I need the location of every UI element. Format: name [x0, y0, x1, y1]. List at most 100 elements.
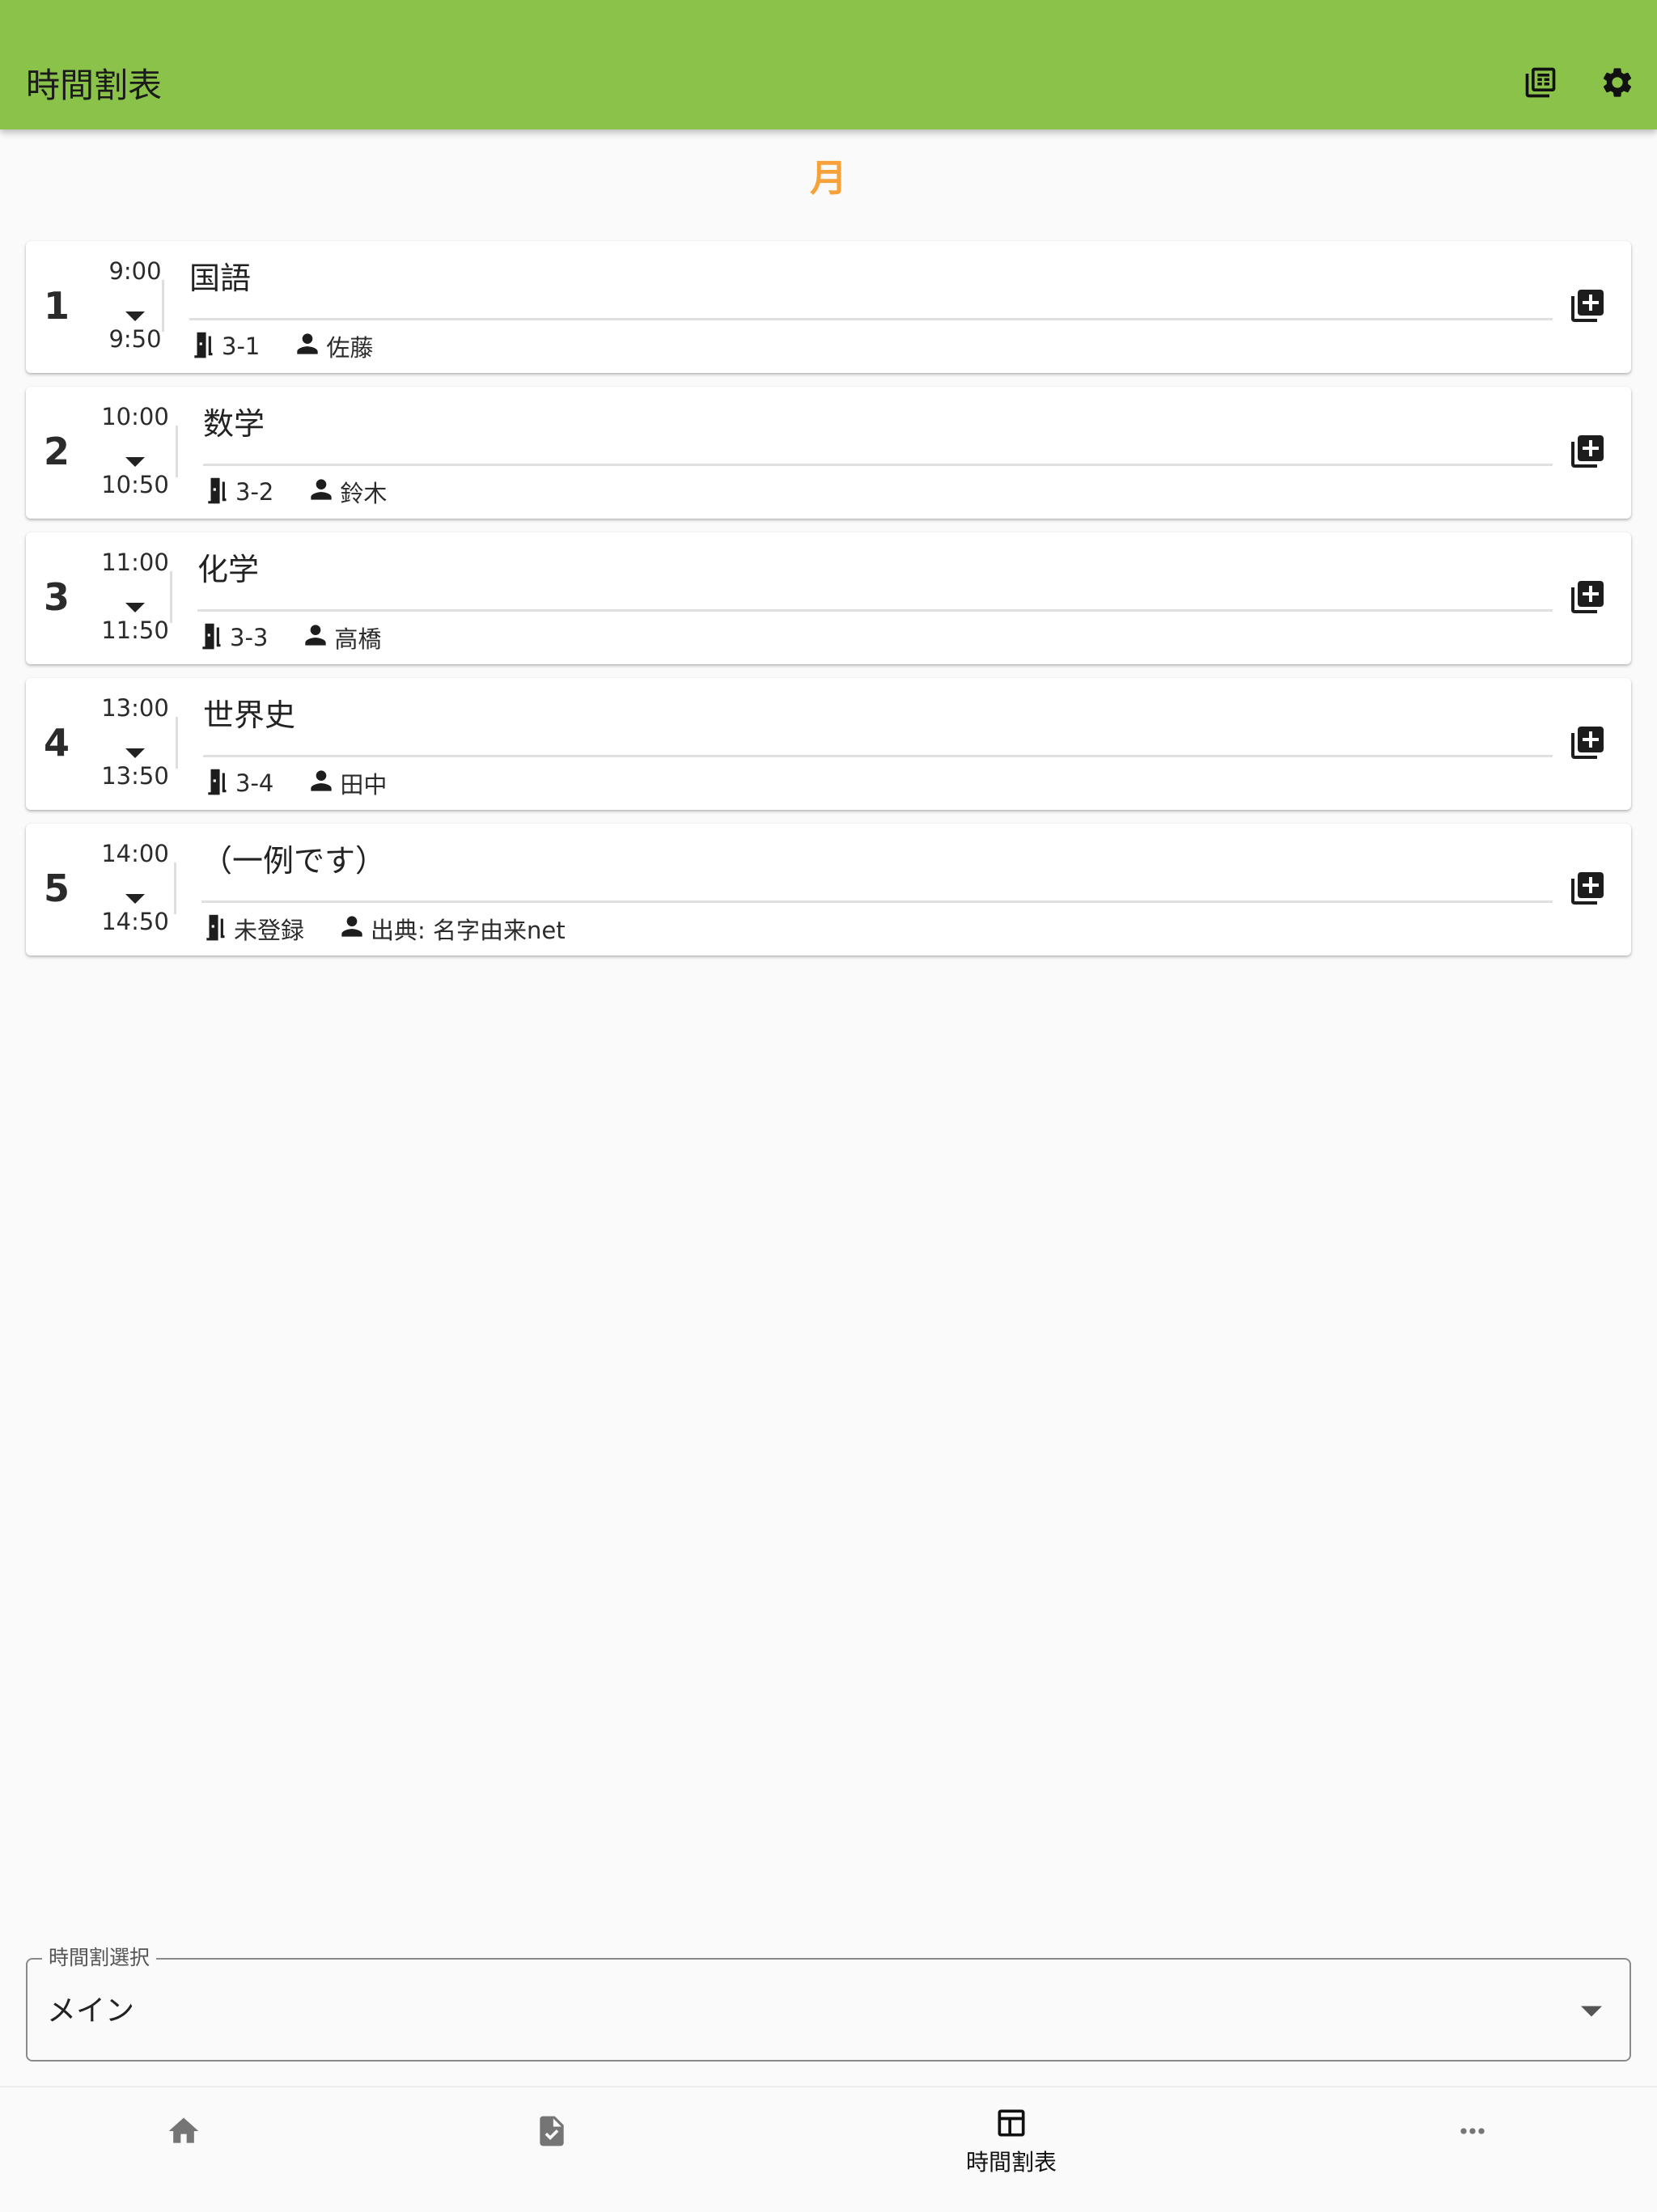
room-label: 未登録: [234, 917, 305, 944]
timetable-select-label: 時間割選択: [42, 1942, 157, 1974]
room-label: 3-4: [235, 769, 274, 797]
timetable-icon: [994, 2105, 1029, 2141]
nav-item-tasks[interactable]: [430, 2087, 673, 2212]
more-icon: [1455, 2113, 1490, 2149]
period-time[interactable]: 14:00 14:50: [91, 838, 180, 943]
room-label: 3-2: [235, 478, 274, 506]
door-icon: [203, 474, 234, 511]
page-title: 時間割表: [26, 66, 163, 105]
caret-down-icon: [125, 446, 145, 467]
subject-underline: [197, 609, 1553, 612]
timetable-select[interactable]: 時間割選択 メイン: [26, 1942, 1631, 2062]
subject-underline: [201, 900, 1553, 903]
period-start-time: 9:00: [108, 257, 162, 285]
library-add-icon: [1568, 432, 1607, 474]
person-icon: [337, 911, 367, 947]
period-time[interactable]: 13:00 13:50: [91, 693, 180, 798]
period-card[interactable]: 3 11:00 11:50 化学 3-3 高橋: [26, 532, 1631, 664]
app-bar: 時間割表: [0, 0, 1657, 129]
add-note-button[interactable]: [1566, 869, 1608, 911]
subject-name[interactable]: 国語: [189, 257, 251, 299]
door-icon: [201, 911, 232, 947]
caret-down-icon: [125, 300, 145, 321]
period-number: 3: [44, 575, 70, 619]
period-time[interactable]: 10:00 10:50: [91, 401, 180, 506]
library-add-icon: [1568, 578, 1607, 620]
period-end-time: 14:50: [101, 908, 169, 935]
add-note-button[interactable]: [1566, 723, 1608, 765]
subject-name[interactable]: 化学: [197, 549, 259, 591]
add-note-button[interactable]: [1566, 286, 1608, 328]
divider: [176, 426, 178, 477]
divider: [176, 717, 178, 769]
period-card[interactable]: 5 14:00 14:50 （一例です） 未登録 出典: 名字由来net: [26, 824, 1631, 956]
nav-item-more[interactable]: [1351, 2087, 1594, 2212]
teacher-label: 鈴木: [340, 480, 388, 507]
add-note-button[interactable]: [1566, 432, 1608, 474]
period-start-time: 14:00: [101, 840, 169, 867]
period-card[interactable]: 2 10:00 10:50 数学 3-2 鈴木: [26, 387, 1631, 519]
period-card[interactable]: 4 13:00 13:50 世界史 3-4 田中: [26, 678, 1631, 810]
caret-down-icon: [125, 737, 145, 758]
subject-underline: [189, 318, 1553, 320]
period-time[interactable]: 11:00 11:50: [91, 547, 180, 652]
period-meta: 3-1 佐藤: [189, 328, 373, 364]
period-start-time: 10:00: [101, 403, 169, 430]
person-icon: [306, 765, 337, 802]
library-add-icon: [1568, 723, 1607, 765]
settings-button[interactable]: [1598, 63, 1637, 102]
gear-icon: [1603, 68, 1632, 97]
person-icon: [306, 474, 337, 511]
period-end-time: 13:50: [101, 762, 169, 790]
period-number: 1: [44, 284, 70, 328]
timetable-list-icon: [1525, 67, 1556, 98]
subject-underline: [203, 755, 1553, 757]
bottom-navigation: 時間割表: [0, 2086, 1657, 2210]
period-card[interactable]: 1 9:00 9:50 国語 3-1 佐藤: [26, 241, 1631, 373]
period-start-time: 13:00: [101, 694, 169, 722]
period-time[interactable]: 9:00 9:50: [91, 256, 180, 361]
home-icon: [166, 2113, 201, 2149]
divider: [162, 280, 164, 332]
period-meta: 3-3 高橋: [197, 620, 381, 655]
teacher-label: 出典: 名字由来net: [371, 917, 566, 944]
dropdown-arrow-icon[interactable]: [1581, 2005, 1602, 2017]
door-icon: [189, 328, 220, 365]
person-icon: [300, 620, 331, 656]
add-note-button[interactable]: [1566, 578, 1608, 620]
person-icon: [292, 328, 323, 365]
subject-name[interactable]: 数学: [203, 403, 265, 445]
period-meta: 3-4 田中: [203, 765, 387, 801]
room-label: 3-3: [230, 624, 269, 651]
task-icon: [534, 2113, 570, 2149]
timetable-list-button[interactable]: [1521, 63, 1560, 102]
period-end-time: 10:50: [101, 471, 169, 498]
subject-underline: [203, 464, 1553, 466]
subject-name[interactable]: 世界史: [203, 694, 295, 736]
door-icon: [203, 765, 234, 802]
library-add-icon: [1568, 286, 1607, 328]
nav-item-home[interactable]: [62, 2087, 305, 2212]
period-start-time: 11:00: [101, 549, 169, 576]
period-number: 4: [44, 721, 70, 765]
caret-down-icon: [125, 591, 145, 612]
nav-item-label: 時間割表: [965, 2149, 1057, 2176]
divider: [174, 862, 176, 914]
teacher-label: 高橋: [334, 625, 382, 653]
period-end-time: 9:50: [108, 325, 162, 353]
subject-name[interactable]: （一例です）: [201, 840, 386, 882]
day-heading: 月: [810, 156, 847, 200]
teacher-label: 佐藤: [326, 334, 374, 362]
period-meta: 3-2 鈴木: [203, 474, 387, 510]
timetable-select-value: メイン: [47, 1994, 135, 2028]
period-end-time: 11:50: [101, 617, 169, 644]
library-add-icon: [1568, 869, 1607, 911]
divider: [170, 571, 172, 623]
room-label: 3-1: [222, 333, 261, 360]
period-number: 5: [44, 867, 70, 910]
period-number: 2: [44, 430, 70, 473]
caret-down-icon: [125, 883, 145, 904]
teacher-label: 田中: [340, 771, 388, 799]
nav-item-timetable[interactable]: 時間割表: [890, 2087, 1133, 2212]
period-meta: 未登録 出典: 名字由来net: [201, 911, 566, 947]
